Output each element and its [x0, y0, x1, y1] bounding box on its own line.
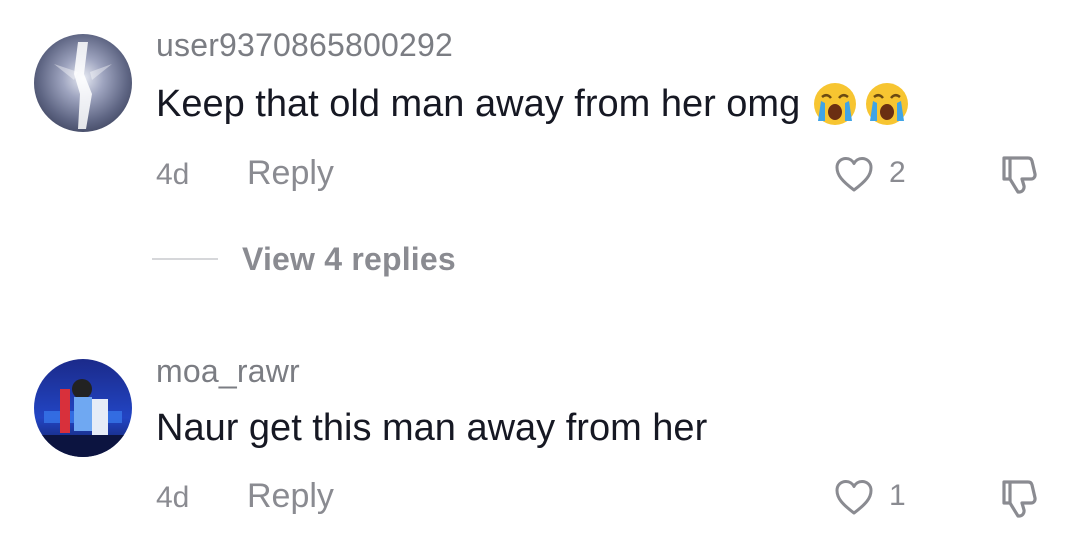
- like-count: 2: [889, 156, 906, 189]
- heart-outline-icon[interactable]: [834, 155, 874, 195]
- view-replies-label: View 4 replies: [242, 240, 456, 277]
- crying-face-emoji: [812, 81, 858, 127]
- avatar-image: [34, 359, 132, 457]
- thumbs-down-icon[interactable]: [996, 476, 1040, 520]
- comment-username[interactable]: user9370865800292: [156, 27, 453, 64]
- like-count: 1: [889, 479, 906, 512]
- avatar[interactable]: [34, 359, 132, 457]
- comment-text: Naur get this man away from her: [156, 406, 708, 449]
- reply-button[interactable]: Reply: [247, 477, 334, 516]
- comment-item: moa_rawr Naur get this man away from her…: [0, 330, 1080, 560]
- avatar-image: [34, 34, 132, 132]
- view-replies-button[interactable]: View 4 replies: [152, 237, 456, 281]
- divider-line: [152, 258, 218, 260]
- comment-text: Keep that old man away from her omg: [156, 82, 801, 125]
- thumbs-down-icon[interactable]: [996, 152, 1040, 196]
- comment-age: 4d: [156, 481, 190, 514]
- comment-body: Keep that old man away from her omg: [156, 78, 910, 130]
- comment-body: Naur get this man away from her: [156, 402, 707, 454]
- crying-face-emoji: [864, 81, 910, 127]
- comment-username[interactable]: moa_rawr: [156, 353, 300, 390]
- comment-item: user9370865800292 Keep that old man away…: [0, 0, 1080, 230]
- reply-button[interactable]: Reply: [247, 154, 334, 193]
- heart-outline-icon[interactable]: [834, 478, 874, 518]
- comment-age: 4d: [156, 158, 190, 191]
- avatar[interactable]: [34, 34, 132, 132]
